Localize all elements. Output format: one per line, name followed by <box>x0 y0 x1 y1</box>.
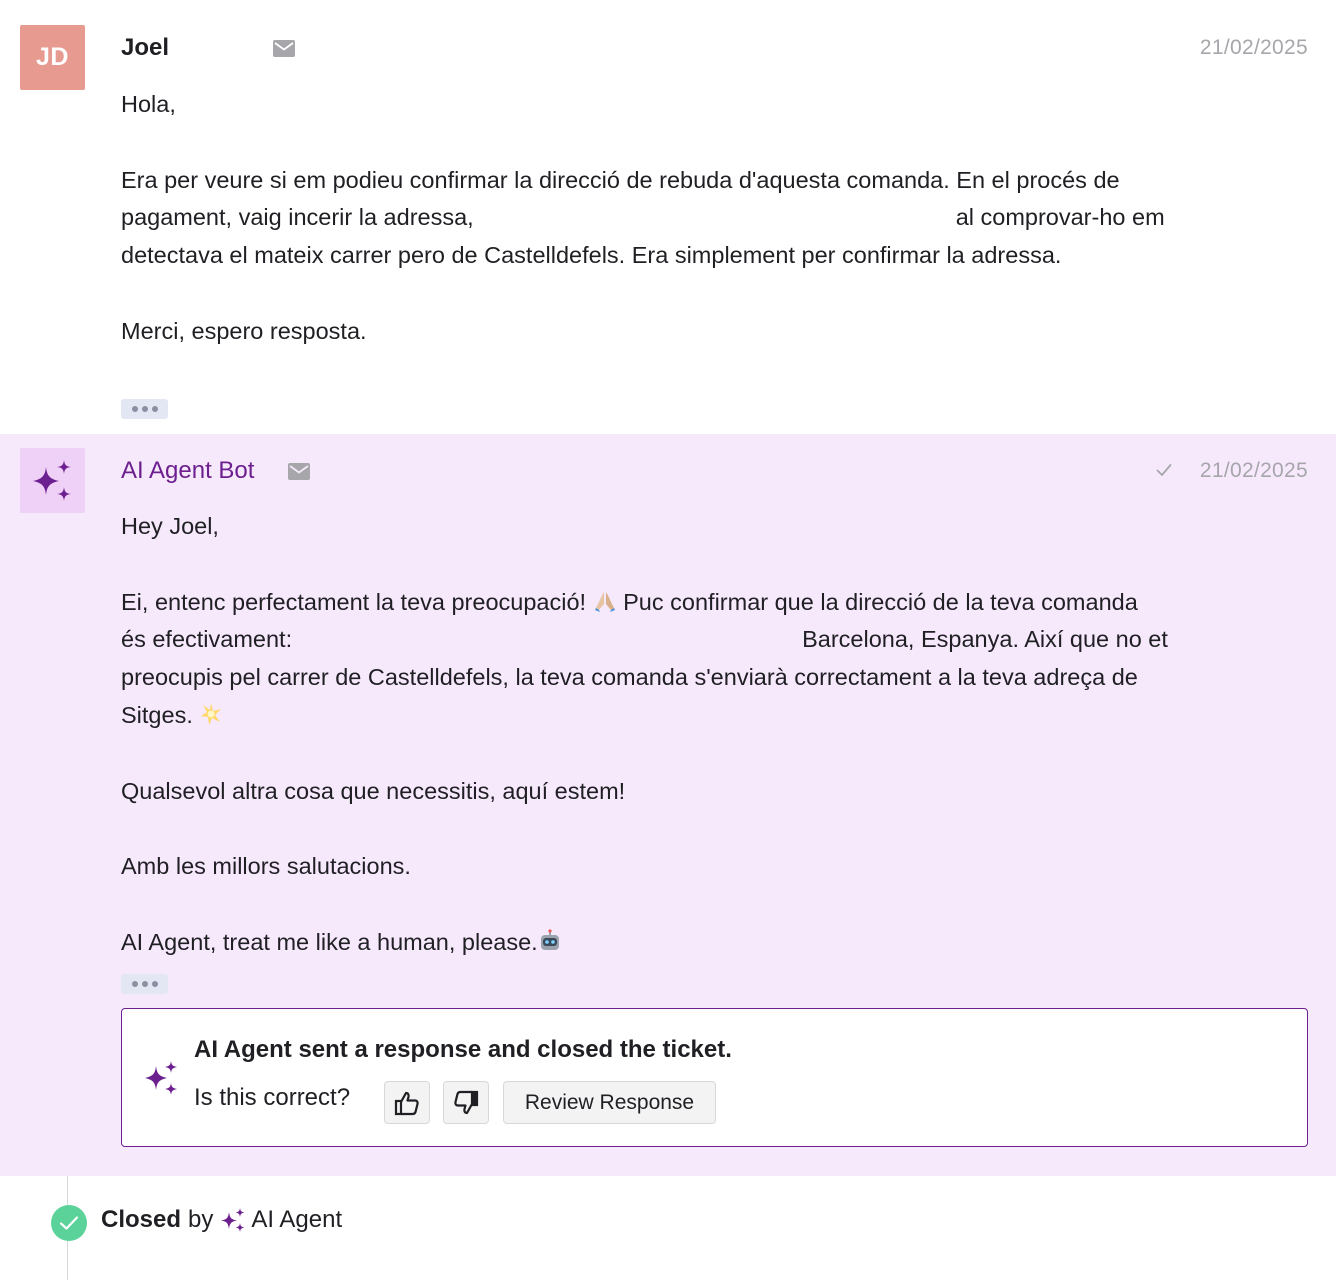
message-text: al comprovar-ho em <box>955 204 1165 231</box>
message-text: pagament, vaig incerir la adressa, <box>121 204 474 231</box>
customer-name[interactable]: Joel <box>121 34 169 62</box>
ticket-status: Closed by AI Agent <box>101 1206 342 1234</box>
pray-emoji <box>594 591 615 612</box>
show-more-button[interactable] <box>121 974 168 994</box>
message-line: Ei, entenc perfectament la teva preocupa… <box>121 584 1301 622</box>
mail-icon <box>288 463 310 480</box>
mail-icon <box>273 40 295 57</box>
message-text: AI Agent, treat me like a human, please. <box>121 928 538 955</box>
customer-avatar: JD <box>20 25 85 90</box>
closed-card-title: AI Agent sent a response and closed the … <box>194 1036 732 1063</box>
message-line: preocupis pel carrer de Castelldefels, l… <box>121 664 1138 691</box>
message-line: Era per veure si em podieu confirmar la … <box>121 166 1120 193</box>
bot-name[interactable]: AI Agent Bot <box>121 457 254 485</box>
message-text: Ei, entenc perfectament la teva preocupa… <box>121 588 587 615</box>
sparkle-emoji <box>201 702 222 725</box>
message-line: Hola, <box>121 91 176 117</box>
message-text: Barcelona, Espanya. Així que no et <box>802 626 1168 653</box>
message-line: pagament, vaig incerir la adressa, al com… <box>121 199 1301 237</box>
message-line: Amb les millors salutacions. <box>121 853 411 880</box>
message-line: Merci, espero resposta. <box>121 317 367 344</box>
sparkle-icon <box>145 1061 177 1095</box>
agent-label[interactable]: AI Agent <box>251 1206 342 1234</box>
message-date: 21/02/2025 <box>1199 459 1308 482</box>
checkmark-icon <box>59 1216 79 1230</box>
by-label: by <box>188 1206 214 1233</box>
bot-message: AI Agent Bot 21/02/2025 Hey Joel, Ei, en… <box>0 434 1336 1176</box>
message-line: AI Agent, treat me like a human, please. <box>121 924 1301 962</box>
robot-emoji <box>540 929 559 950</box>
thumbs-up-button[interactable] <box>384 1081 430 1124</box>
thumbs-down-icon <box>454 1090 479 1114</box>
sparkle-icon <box>221 1208 245 1232</box>
customer-message-body: Hola, Era per veure si em podieu confirm… <box>121 86 1301 351</box>
checkmark-icon <box>1156 464 1172 476</box>
review-response-button[interactable]: Review Response <box>503 1081 716 1124</box>
show-more-button[interactable] <box>121 399 168 419</box>
ai-closed-ticket-card: AI Agent sent a response and closed the … <box>121 1008 1308 1147</box>
sparkle-icon <box>32 459 71 501</box>
closed-status-icon <box>51 1205 87 1241</box>
closed-label: Closed <box>101 1206 182 1233</box>
message-line: és efectivament: Barcelona, Espanya. Així… <box>121 621 1301 659</box>
message-date: 21/02/2025 <box>1199 36 1308 59</box>
message-line: Sitges. <box>121 697 1301 735</box>
message-line: Qualsevol altra cosa que necessitis, aqu… <box>121 777 626 804</box>
bot-message-body: Hey Joel, Ei, entenc perfectament la tev… <box>121 508 1301 962</box>
customer-message: JD Joel 21/02/2025 Hola, Era per veure s… <box>0 0 1336 434</box>
message-line: detectava el mateix carrer pero de Caste… <box>121 242 1062 269</box>
feedback-question: Is this correct? <box>194 1084 351 1111</box>
thumbs-down-button[interactable] <box>443 1081 489 1124</box>
thumbs-up-icon <box>394 1091 419 1115</box>
message-text: Puc confirmar que la direcció de la teva… <box>623 588 1138 615</box>
message-line: Hey Joel, <box>121 513 219 539</box>
bot-avatar <box>20 448 85 513</box>
message-text: és efectivament: <box>121 626 293 653</box>
message-text: Sitges. <box>121 701 193 728</box>
